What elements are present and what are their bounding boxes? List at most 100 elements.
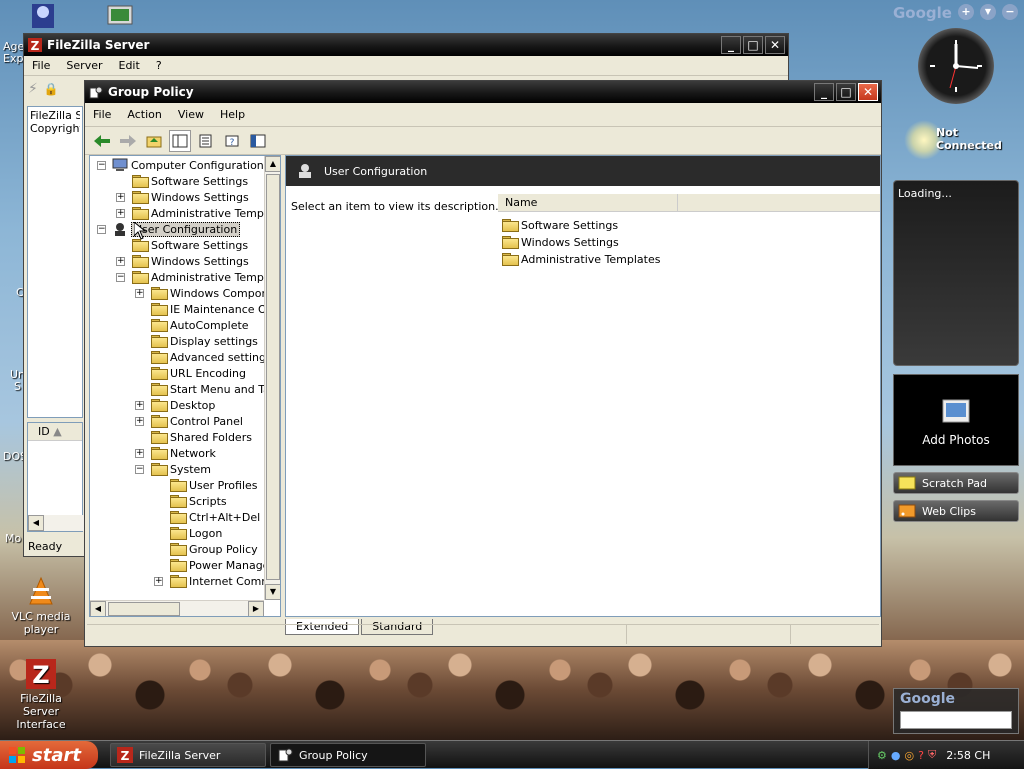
tree-item-administrative-templates[interactable]: Administrative Templates — [132, 269, 280, 285]
tree-item-display-settings[interactable]: Display settings — [151, 333, 258, 349]
tree-item-group-policy[interactable]: Group Policy — [170, 541, 258, 557]
vertical-scrollbar[interactable]: ▲ ▼ — [264, 156, 280, 600]
menu-file[interactable]: File — [85, 108, 119, 121]
horizontal-scrollbar[interactable]: ◀ ▶ — [90, 600, 264, 616]
scroll-left-button[interactable]: ◀ — [28, 515, 44, 531]
scratch-pad-gadget[interactable]: Scratch Pad — [893, 472, 1019, 494]
maximize-button[interactable]: □ — [743, 36, 763, 54]
agent-shortcut-icon[interactable] — [30, 2, 56, 30]
expand-toggle[interactable]: + — [135, 289, 144, 298]
tree-item-software-settings[interactable]: Software Settings — [132, 237, 248, 253]
tree-item-shared-folders[interactable]: Shared Folders — [151, 429, 252, 445]
menu-dropdown-icon[interactable]: ▼ — [980, 4, 996, 20]
menu-file[interactable]: File — [24, 59, 58, 72]
messenger-tray-icon[interactable]: ● — [891, 749, 901, 762]
expand-toggle[interactable]: + — [135, 417, 144, 426]
properties-icon[interactable] — [247, 130, 269, 152]
scroll-up-button[interactable]: ▲ — [265, 156, 280, 172]
help-tray-icon[interactable]: ? — [918, 749, 924, 762]
list-item-administrative-templates[interactable]: Administrative Templates — [502, 251, 661, 267]
help-icon[interactable]: ? — [221, 130, 243, 152]
taskbar-item-filezilla[interactable]: Z FileZilla Server — [110, 743, 266, 767]
photos-gadget[interactable]: Add Photos — [893, 374, 1019, 466]
tree-item-scripts[interactable]: Scripts — [170, 493, 227, 509]
horizontal-scrollbar[interactable]: ◀ — [28, 515, 84, 531]
news-gadget[interactable]: Loading... — [893, 180, 1019, 366]
export-list-icon[interactable] — [195, 130, 217, 152]
collapse-toggle[interactable]: − — [97, 225, 106, 234]
start-button[interactable]: start — [0, 741, 98, 769]
expand-toggle[interactable]: + — [116, 257, 125, 266]
tree-item-logon[interactable]: Logon — [170, 525, 222, 541]
group-policy-titlebar[interactable]: Group Policy _ □ ✕ — [85, 81, 881, 103]
minimize-sidebar-icon[interactable]: − — [1002, 4, 1018, 20]
expand-toggle[interactable]: + — [116, 209, 125, 218]
tree-item-url-encoding[interactable]: URL Encoding — [151, 365, 246, 381]
column-header-id[interactable]: ID ▲ — [28, 423, 82, 441]
tree-item-system[interactable]: System — [151, 461, 211, 477]
add-gadget-icon[interactable]: + — [958, 4, 974, 20]
filezilla-titlebar[interactable]: Z FileZilla Server _ □ ✕ — [24, 34, 788, 56]
back-arrow-icon[interactable] — [91, 130, 113, 152]
security-tray-icon[interactable]: ⛨ — [928, 748, 936, 762]
close-button[interactable]: ✕ — [765, 36, 785, 54]
column-header-name[interactable]: Name — [498, 194, 678, 211]
maximize-button[interactable]: □ — [836, 83, 856, 101]
menu-view[interactable]: View — [170, 108, 212, 121]
forward-arrow-icon[interactable] — [117, 130, 139, 152]
tree-item-user-configuration[interactable]: User Configuration — [112, 221, 241, 237]
menu-help[interactable]: ? — [148, 59, 170, 72]
scroll-down-button[interactable]: ▼ — [265, 584, 280, 600]
expand-toggle[interactable]: + — [154, 577, 163, 586]
web-clips-gadget[interactable]: Web Clips — [893, 500, 1019, 522]
scroll-thumb[interactable] — [108, 602, 180, 616]
tree-item-windows-settings[interactable]: Windows Settings — [132, 189, 249, 205]
collapse-toggle[interactable]: − — [116, 273, 125, 282]
desktop-icon-filezilla[interactable]: Z FileZilla Server Interface — [2, 658, 80, 731]
tree-item-windows-components[interactable]: Windows Components — [151, 285, 280, 301]
status-bar — [87, 624, 879, 644]
tree-item-desktop[interactable]: Desktop — [151, 397, 215, 413]
tree-item-software-settings[interactable]: Software Settings — [132, 173, 248, 189]
minimize-button[interactable]: _ — [814, 83, 834, 101]
google-search-input[interactable] — [900, 711, 1012, 729]
list-item-software-settings[interactable]: Software Settings — [502, 217, 618, 233]
group-policy-window[interactable]: Group Policy _ □ ✕ File Action View Help… — [84, 80, 882, 647]
tree-item-user-profiles[interactable]: User Profiles — [170, 477, 258, 493]
monitor-shortcut-icon[interactable] — [106, 4, 134, 30]
taskbar-item-group-policy[interactable]: Group Policy — [270, 743, 426, 767]
expand-toggle[interactable]: + — [135, 401, 144, 410]
scroll-left-button[interactable]: ◀ — [90, 601, 106, 616]
tree-item-administrative-templates[interactable]: Administrative Templates — [132, 205, 280, 221]
tree-item-autocomplete[interactable]: AutoComplete — [151, 317, 249, 333]
close-button[interactable]: ✕ — [858, 83, 878, 101]
menu-server[interactable]: Server — [58, 59, 110, 72]
menu-help[interactable]: Help — [212, 108, 253, 121]
lightning-icon[interactable]: ⚡ — [28, 81, 38, 97]
tree-item-start-menu[interactable]: Start Menu and Taskbar — [151, 381, 280, 397]
show-hide-tree-icon[interactable] — [169, 129, 191, 152]
collapse-toggle[interactable]: − — [97, 161, 106, 170]
expand-toggle[interactable]: + — [116, 193, 125, 202]
minimize-button[interactable]: _ — [721, 36, 741, 54]
tree-item-computer-configuration[interactable]: Computer Configuration — [112, 157, 264, 173]
desktop-icon-vlc[interactable]: VLC media player — [2, 576, 80, 636]
tree-item-windows-settings[interactable]: Windows Settings — [132, 253, 249, 269]
tree-item-network[interactable]: Network — [151, 445, 216, 461]
tree-item-advanced-settings[interactable]: Advanced settings — [151, 349, 272, 365]
scroll-right-button[interactable]: ▶ — [248, 601, 264, 616]
add-photos-label[interactable]: Add Photos — [894, 433, 1018, 447]
tree-item-ie-maintenance[interactable]: IE Maintenance Online — [151, 301, 280, 317]
menu-action[interactable]: Action — [119, 108, 169, 121]
tree-pane[interactable]: − Computer Configuration Software Settin… — [89, 155, 281, 617]
lock-icon[interactable]: 🔒 — [44, 82, 59, 96]
collapse-toggle[interactable]: − — [135, 465, 144, 474]
menu-edit[interactable]: Edit — [111, 59, 148, 72]
up-folder-icon[interactable] — [143, 130, 165, 152]
tree-item-control-panel[interactable]: Control Panel — [151, 413, 243, 429]
network-tray-icon[interactable]: ⚙ — [877, 749, 887, 762]
expand-toggle[interactable]: + — [135, 449, 144, 458]
list-item-windows-settings[interactable]: Windows Settings — [502, 234, 619, 250]
sync-tray-icon[interactable]: ◎ — [904, 749, 914, 762]
scroll-thumb[interactable] — [266, 174, 280, 580]
